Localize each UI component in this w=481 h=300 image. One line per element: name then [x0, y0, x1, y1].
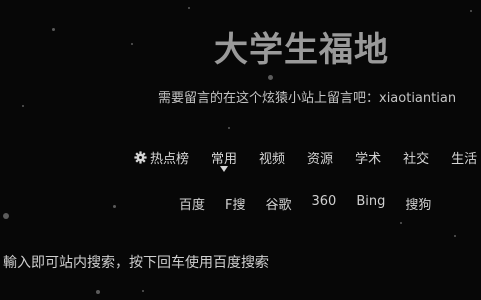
engine-fsou[interactable]: F搜 — [225, 194, 245, 213]
site-title: 大学生福地 — [214, 30, 389, 70]
engine-360[interactable]: 360 — [312, 194, 337, 213]
particle — [131, 43, 133, 45]
particle — [3, 213, 9, 219]
search-input[interactable] — [0, 252, 481, 274]
particle — [268, 75, 273, 80]
particle — [52, 28, 55, 31]
subtitle: 需要留言的在这个炫猿小站上留言吧：xiaotiantian — [158, 91, 457, 106]
engine-google[interactable]: 谷歌 — [266, 194, 292, 213]
particle — [96, 290, 100, 294]
nav-item-video[interactable]: 视频 — [259, 148, 285, 167]
gear-icon — [134, 151, 147, 164]
nav-item-hot-label: 热点榜 — [150, 152, 190, 167]
nav-item-academic[interactable]: 学术 — [355, 148, 381, 167]
particle — [400, 222, 402, 224]
particle — [188, 7, 190, 9]
particle — [22, 105, 24, 107]
nav-item-life[interactable]: 生活 — [451, 148, 477, 167]
engine-baidu[interactable]: 百度 — [179, 194, 205, 213]
engine-bing[interactable]: Bing — [356, 194, 385, 213]
nav-item-common[interactable]: 常用 — [211, 148, 237, 172]
search-engine-list: 百度 F搜 谷歌 360 Bing 搜狗 — [179, 194, 451, 213]
nav-item-resources[interactable]: 资源 — [307, 148, 333, 167]
category-nav: 热点榜 常用 视频 资源 学术 社交 生活 — [134, 148, 481, 172]
page: 大学生福地 需要留言的在这个炫猿小站上留言吧：xiaotiantian 热点榜 — [0, 0, 481, 300]
particle — [142, 290, 144, 292]
particle — [228, 127, 230, 129]
nav-item-hot[interactable]: 热点榜 — [134, 148, 189, 167]
nav-item-social[interactable]: 社交 — [403, 148, 429, 167]
particle — [113, 205, 116, 208]
particle — [470, 10, 472, 12]
engine-sogou[interactable]: 搜狗 — [405, 194, 431, 213]
particle — [454, 235, 456, 237]
